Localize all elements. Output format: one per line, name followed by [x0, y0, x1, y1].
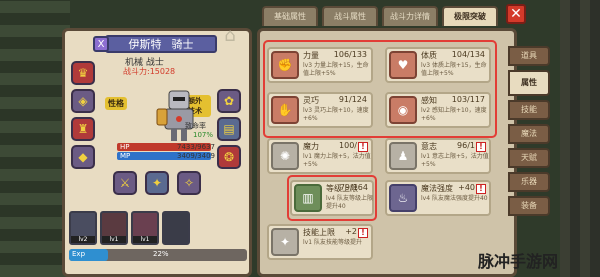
weapon-slot-icon[interactable]: ⚔ — [113, 171, 137, 195]
magic-power-icon: ♨ — [389, 184, 417, 212]
tab-power-detail[interactable]: 战斗力详情 — [382, 6, 438, 26]
exp-label: Exp — [72, 250, 86, 258]
party-slot[interactable]: lv2 — [69, 211, 97, 245]
exp-percent: 22% — [153, 250, 169, 258]
mp-label: MP — [120, 152, 131, 160]
side-tab-items[interactable]: 道具 — [508, 46, 550, 66]
hero-header: X 伊斯特 骑士 — [93, 35, 217, 53]
helmet-slot-icon[interactable]: ♛ — [71, 61, 95, 85]
tab-basic[interactable]: 基础属性 — [262, 6, 318, 26]
attr-card-strength[interactable]: ✊ 力量 106/133 lv3 力量上限+15，生命值上限+5% — [267, 47, 373, 83]
hp-value: 7433/9637 — [177, 143, 215, 151]
tab-limit-break[interactable]: 极限突破 — [442, 6, 498, 26]
tab-combat[interactable]: 战斗属性 — [322, 6, 378, 26]
hanger-icon[interactable]: ⌂ — [215, 25, 245, 47]
accessory-slot-icon[interactable]: ✿ — [217, 89, 241, 113]
attr-card-level-cap[interactable]: ▥ 等级上限 79/164 lv4 队友等级上限提升40 — [290, 180, 374, 216]
magic-icon: ✺ — [271, 142, 299, 170]
side-tab-equipment[interactable]: 装备 — [508, 196, 550, 216]
strength-icon: ✊ — [271, 51, 299, 79]
side-tab-attributes[interactable]: 属性 — [508, 70, 550, 96]
hero-role: 骑士 — [171, 38, 194, 51]
shield-slot-icon[interactable]: ◈ — [71, 89, 95, 113]
close-button[interactable]: ✕ — [506, 4, 526, 24]
alert-icon: ! — [476, 184, 486, 194]
crit-label: 致命率 — [185, 122, 206, 130]
crit-value: 107% — [193, 131, 214, 139]
side-tab-magic[interactable]: 魔法 — [508, 124, 550, 144]
alert-icon: ! — [476, 142, 486, 152]
empty-party-slot[interactable] — [162, 211, 190, 245]
hp-label: HP — [120, 143, 130, 151]
will-icon: ♟ — [389, 142, 417, 170]
attr-card-skill-cap[interactable]: ✦ 技能上限 +2 ! lv1 队友技能等级提升 — [267, 224, 373, 260]
hero-name: 伊斯特 — [128, 38, 162, 51]
attr-card-constitution[interactable]: ♥ 体质 104/134 lv3 体质上限+15，生命值上限+5% — [385, 47, 491, 83]
skill-cap-icon: ✦ — [271, 228, 299, 256]
party-slots: lv2 lv1 lv1 — [69, 211, 190, 245]
attribute-tabs: 基础属性 战斗属性 战斗力详情 极限突破 — [262, 6, 498, 26]
chest-slot-icon[interactable]: ▤ — [217, 117, 241, 141]
attr-card-magic-power[interactable]: ♨ 魔法强度 +40 ! lv4 队友魔法强度提升40 — [385, 180, 491, 216]
perception-icon: ◉ — [389, 96, 417, 124]
map-background-left — [0, 0, 70, 277]
mp-value: 3409/3409 — [177, 152, 215, 160]
gem-slot-icon[interactable]: ✦ — [145, 171, 169, 195]
rune-slot-icon[interactable]: ✧ — [177, 171, 201, 195]
side-tabs: 道具 属性 技能 魔法 天赋 乐器 装备 — [508, 46, 550, 216]
attr-card-agility[interactable]: ✋ 灵巧 91/124 lv3 灵巧上限+10，速度+6% — [267, 92, 373, 128]
side-tab-instrument[interactable]: 乐器 — [508, 172, 550, 192]
party-slot[interactable]: lv1 — [100, 211, 128, 245]
site-watermark: 脉冲手游网 — [478, 252, 559, 271]
party-slot[interactable]: lv1 — [131, 211, 159, 245]
power-value: 战斗力:15028 — [123, 67, 176, 76]
constitution-icon: ♥ — [389, 51, 417, 79]
hero-panel: X 伊斯特 骑士 ⌂ 机械 战士 战斗力:15028 ♛ ◈ ♜ ◆ ✿ ▤ ❂… — [62, 25, 252, 277]
attr-card-perception[interactable]: ◉ 感知 103/117 lv2 感知上限+10，速度+6% — [385, 92, 491, 128]
map-background-right — [560, 0, 600, 277]
attr-card-magic[interactable]: ✺ 魔力 100/ ! lv1 魔力上限+5，法力值+5% — [267, 138, 373, 174]
alert-icon: ! — [358, 142, 368, 152]
agility-icon: ✋ — [271, 96, 299, 124]
side-tab-skills[interactable]: 技能 — [508, 100, 550, 120]
class-icon: X — [93, 36, 109, 52]
trait-tag[interactable]: 性格 — [105, 97, 127, 110]
armor-slot-icon[interactable]: ♜ — [71, 117, 95, 141]
boots-slot-icon[interactable]: ◆ — [71, 145, 95, 169]
ring-slot-icon[interactable]: ❂ — [217, 145, 241, 169]
attr-card-will[interactable]: ♟ 意志 96/1 ! lv1 意志上限+5，法力值+5% — [385, 138, 491, 174]
alert-icon: ! — [358, 228, 368, 238]
exp-bar: Exp 22% — [69, 249, 247, 261]
side-tab-talent[interactable]: 天赋 — [508, 148, 550, 168]
level-cap-icon: ▥ — [294, 184, 322, 212]
